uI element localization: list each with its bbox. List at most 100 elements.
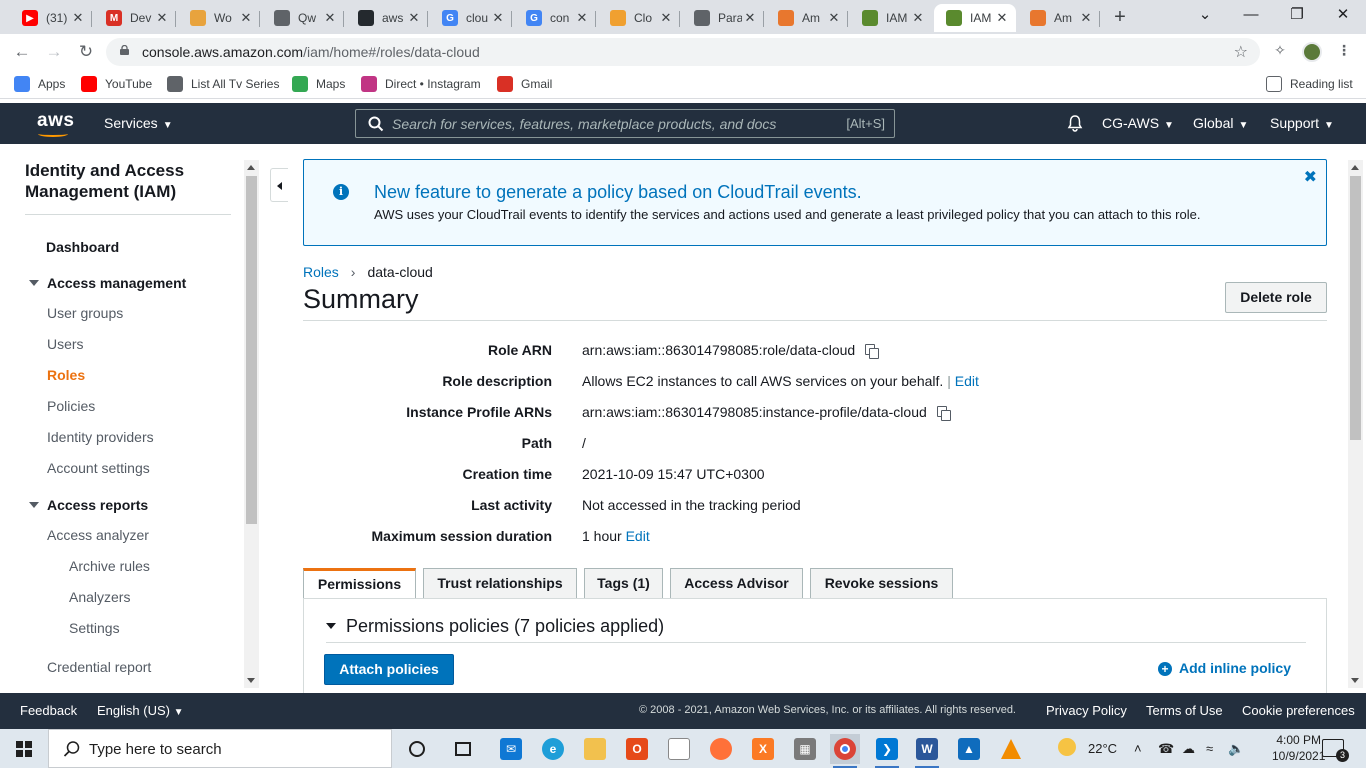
tab-trust-relationships[interactable]: Trust relationships <box>423 568 577 599</box>
reload-icon[interactable]: ↻ <box>74 40 98 64</box>
sidebar-item-roles[interactable]: Roles <box>47 367 85 383</box>
notifications-bell-icon[interactable] <box>1066 114 1084 132</box>
taskbar-search[interactable]: Type here to search <box>48 729 392 768</box>
sidebar-scrollbar[interactable] <box>244 160 259 688</box>
bookmark-item[interactable]: YouTube <box>81 76 152 92</box>
terms-of-use-link[interactable]: Terms of Use <box>1146 703 1223 718</box>
support-menu[interactable]: Support ▼ <box>1270 115 1334 131</box>
vscode-app-icon[interactable]: ❯ <box>872 734 902 768</box>
browser-tab[interactable]: IAM ✕ <box>850 4 932 32</box>
tab-access-advisor[interactable]: Access Advisor <box>670 568 803 599</box>
aws-logo[interactable]: aws <box>37 110 74 137</box>
close-tab-icon[interactable]: ✕ <box>742 10 758 26</box>
privacy-policy-link[interactable]: Privacy Policy <box>1046 703 1127 718</box>
task-view-icon[interactable] <box>448 734 478 764</box>
meet-now-icon[interactable]: ☎ <box>1158 741 1174 757</box>
permissions-policies-toggle[interactable]: Permissions policies (7 policies applied… <box>326 616 664 637</box>
minimize-button[interactable]: — <box>1236 4 1266 28</box>
sidebar-item-policies[interactable]: Policies <box>47 398 95 414</box>
cortana-icon[interactable] <box>402 734 432 764</box>
word-app-icon[interactable]: W <box>912 734 942 768</box>
browser-tab[interactable]: Am ✕ <box>1018 4 1100 32</box>
cookie-preferences-link[interactable]: Cookie preferences <box>1242 703 1355 718</box>
sidebar-section-access-management[interactable]: Access management <box>29 275 186 291</box>
vlc-app-icon[interactable] <box>996 734 1026 764</box>
browser-tab[interactable]: Am ✕ <box>766 4 848 32</box>
close-tab-icon[interactable]: ✕ <box>910 10 926 26</box>
browser-tab[interactable]: Para ✕ <box>682 4 764 32</box>
profile-avatar[interactable] <box>1302 42 1322 62</box>
bookmark-item[interactable]: List All Tv Series <box>167 76 279 92</box>
bookmark-item[interactable]: Apps <box>14 76 65 92</box>
edit-link[interactable]: Edit <box>626 528 650 544</box>
address-bar[interactable]: console.aws.amazon.com/iam/home#/roles/d… <box>106 38 1260 66</box>
firefox-app-icon[interactable] <box>706 734 736 764</box>
sidebar-item-identity-providers[interactable]: Identity providers <box>47 429 154 445</box>
browser-tab[interactable]: ▶ (31) ✕ <box>10 4 92 32</box>
notification-center-icon[interactable]: 3 <box>1322 739 1349 762</box>
dismiss-close-icon[interactable]: ✖ <box>1304 167 1317 187</box>
tab-tags[interactable]: Tags (1) <box>584 568 663 599</box>
browser-tab[interactable]: Qw ✕ <box>262 4 344 32</box>
close-tab-icon[interactable]: ✕ <box>70 10 86 26</box>
weather-sun-icon[interactable] <box>1058 738 1080 758</box>
bookmark-item[interactable]: Direct • Instagram <box>361 76 481 92</box>
back-icon[interactable]: ← <box>10 40 34 64</box>
sidebar-section-access-reports[interactable]: Access reports <box>29 497 148 513</box>
taskbar-clock[interactable]: 4:00 PM 10/9/2021 <box>1272 732 1325 764</box>
breadcrumb-roles-link[interactable]: Roles <box>303 264 339 280</box>
tab-search-button[interactable]: ⌄ <box>1190 4 1220 28</box>
scrollbar-thumb[interactable] <box>1350 176 1361 440</box>
browser-menu-icon[interactable]: ⋮ <box>1334 42 1354 62</box>
sidebar-item-dashboard[interactable]: Dashboard <box>46 239 119 255</box>
show-hidden-icons-chevron-icon[interactable]: ˄ <box>1134 741 1142 756</box>
reading-list-button[interactable]: Reading list <box>1266 76 1353 92</box>
close-tab-icon[interactable]: ✕ <box>490 10 506 26</box>
delete-role-button[interactable]: Delete role <box>1225 282 1327 313</box>
close-tab-icon[interactable]: ✕ <box>994 10 1010 26</box>
mail-app-icon[interactable]: ✉ <box>496 734 526 764</box>
windows-start-icon[interactable] <box>16 741 32 757</box>
browser-tab[interactable]: Gclou ✕ <box>430 4 512 32</box>
close-tab-icon[interactable]: ✕ <box>826 10 842 26</box>
collapse-sidebar-button[interactable] <box>270 168 288 202</box>
photos-app-icon[interactable]: ▲ <box>954 734 984 764</box>
close-tab-icon[interactable]: ✕ <box>322 10 338 26</box>
bookmark-item[interactable]: Maps <box>292 76 345 92</box>
main-scrollbar[interactable] <box>1348 160 1363 688</box>
weather-temperature[interactable]: 22°C <box>1088 741 1117 756</box>
add-inline-policy-link[interactable]: + Add inline policy <box>1158 660 1291 676</box>
close-tab-icon[interactable]: ✕ <box>574 10 590 26</box>
close-tab-icon[interactable]: ✕ <box>406 10 422 26</box>
feedback-link[interactable]: Feedback <box>20 703 77 718</box>
aws-search-box[interactable]: [Alt+S] <box>355 109 895 138</box>
sidebar-item-account-settings[interactable]: Account settings <box>47 460 150 476</box>
maximize-button[interactable]: ❐ <box>1282 4 1312 28</box>
tab-revoke-sessions[interactable]: Revoke sessions <box>810 568 953 599</box>
xampp-app-icon[interactable]: X <box>748 734 778 764</box>
attach-policies-button[interactable]: Attach policies <box>324 654 454 685</box>
wifi-icon[interactable]: ≈ <box>1206 741 1213 756</box>
new-tab-button[interactable]: + <box>1108 6 1132 30</box>
bookmark-item[interactable]: Gmail <box>497 76 552 92</box>
close-tab-icon[interactable]: ✕ <box>1078 10 1094 26</box>
copy-icon[interactable] <box>865 344 880 359</box>
tab-permissions[interactable]: Permissions <box>303 568 416 599</box>
browser-tab[interactable]: Gcon ✕ <box>514 4 596 32</box>
browser-tab[interactable]: Clo ✕ <box>598 4 680 32</box>
close-tab-icon[interactable]: ✕ <box>154 10 170 26</box>
close-tab-icon[interactable]: ✕ <box>238 10 254 26</box>
scrollbar-thumb[interactable] <box>246 176 257 524</box>
services-menu[interactable]: Services ▼ <box>104 115 173 131</box>
forward-icon[interactable]: → <box>42 40 66 64</box>
store-app-icon[interactable]: ▦ <box>790 734 820 764</box>
sidebar-item-settings[interactable]: Settings <box>69 620 120 636</box>
aws-search-input[interactable] <box>392 114 832 134</box>
onedrive-cloud-icon[interactable]: ☁ <box>1182 741 1195 757</box>
edge-app-icon[interactable]: e <box>538 734 568 764</box>
language-selector[interactable]: English (US) ▼ <box>97 703 184 718</box>
sidebar-item-credential-report[interactable]: Credential report <box>47 659 151 675</box>
sidebar-item-user-groups[interactable]: User groups <box>47 305 123 321</box>
office-app-icon[interactable]: O <box>622 734 652 764</box>
edit-link[interactable]: Edit <box>955 373 979 389</box>
